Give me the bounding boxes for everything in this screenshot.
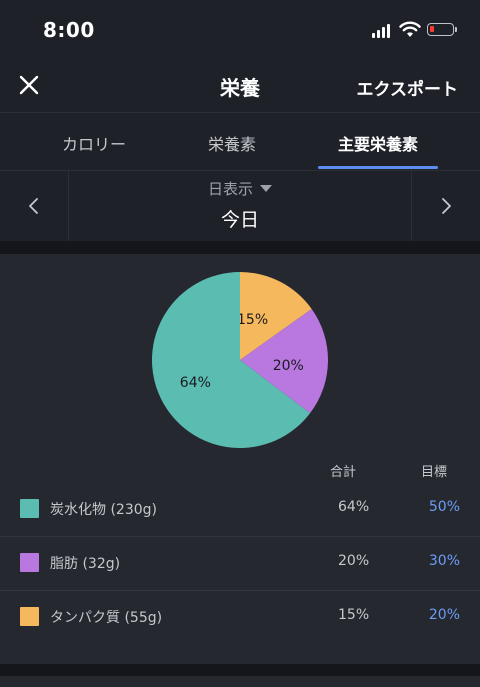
tab-nutrients[interactable]: 栄養素 (180, 131, 284, 155)
wifi-icon (399, 21, 421, 37)
status-bar: 8:00 (0, 0, 480, 60)
cellular-signal-icon (372, 22, 392, 38)
pie-slice-label: 64% (180, 375, 211, 391)
chevron-right-icon (442, 198, 451, 214)
macronutrient-pie-chart: 15% 20% 64% (152, 272, 328, 448)
next-date-button[interactable] (411, 171, 480, 241)
fat-color-swatch (20, 553, 39, 572)
date-navigator: 日表示 今日 (0, 171, 480, 241)
pie-slice-label: 20% (273, 358, 304, 374)
macro-row-label: タンパク質 (55g) (50, 610, 163, 626)
tab-bar: カロリー 栄養素 主要栄養素 (0, 113, 480, 171)
macro-row-percent: 64% (338, 499, 370, 515)
tab-macronutrients[interactable]: 主要栄養素 (318, 131, 438, 155)
macro-row-fat[interactable]: 脂肪 (32g) 20% 30% (0, 536, 480, 591)
caret-down-icon (260, 185, 272, 192)
macronutrient-card: 15% 20% 64% 合計 目標 炭水化物 (230g) 64% 50% 脂肪 (… (0, 254, 480, 664)
goal-column-header: 目標 (421, 465, 448, 480)
status-time: 8:00 (43, 18, 95, 42)
tab-calories[interactable]: カロリー (40, 131, 148, 155)
macro-row-carbs[interactable]: 炭水化物 (230g) 64% 50% (0, 482, 480, 537)
view-mode-label: 日表示 (207, 180, 253, 198)
protein-color-swatch (20, 607, 39, 626)
date-label: 今日 (220, 209, 259, 231)
macro-row-goal[interactable]: 30% (429, 553, 460, 569)
macro-row-label: 脂肪 (32g) (50, 556, 121, 572)
macro-row-goal[interactable]: 20% (429, 607, 460, 623)
total-column-header: 合計 (330, 465, 357, 480)
carbs-color-swatch (20, 499, 39, 518)
macro-row-percent: 15% (338, 607, 370, 623)
view-mode-dropdown[interactable]: 日表示 (0, 178, 480, 199)
next-card (0, 676, 480, 687)
macro-row-protein[interactable]: タンパク質 (55g) 15% 20% (0, 590, 480, 644)
macro-row-label: 炭水化物 (230g) (50, 502, 157, 518)
nav-bar: 栄養 エクスポート (0, 60, 480, 113)
pie-slice-label: 15% (237, 312, 268, 328)
export-button[interactable]: エクスポート (357, 75, 459, 100)
battery-icon (427, 23, 457, 36)
active-tab-indicator (318, 166, 438, 169)
section-divider (0, 241, 480, 254)
macro-row-percent: 20% (338, 553, 370, 569)
macro-row-goal[interactable]: 50% (429, 499, 460, 515)
